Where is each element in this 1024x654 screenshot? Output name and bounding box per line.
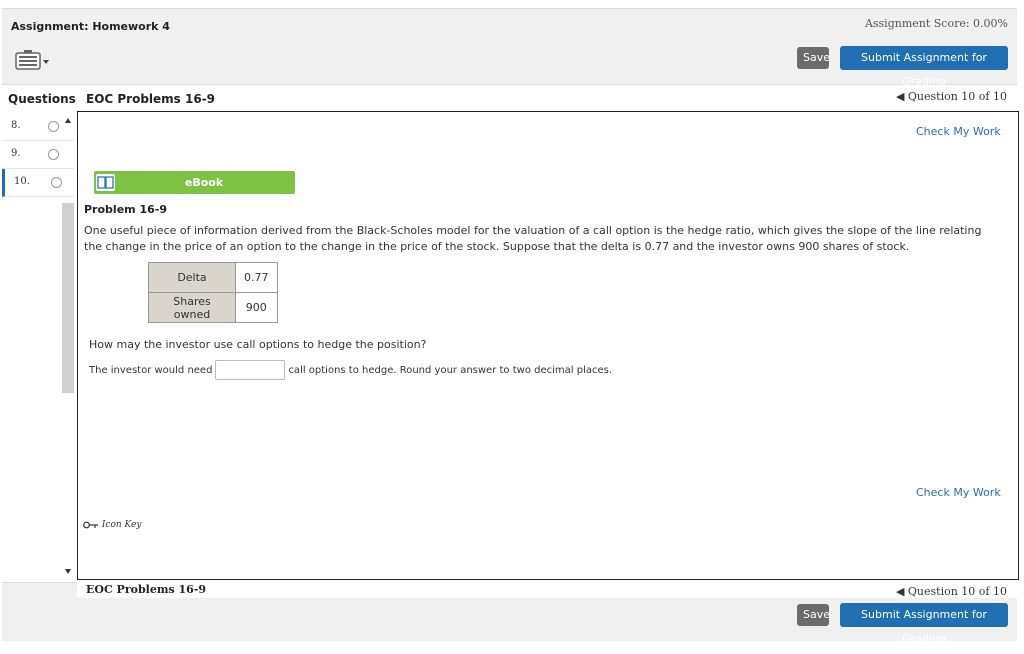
question-number: 9. [11, 148, 21, 159]
question-number: 8. [11, 120, 21, 131]
table-row: Shares owned 900 [148, 292, 278, 323]
questions-heading: Questions [8, 92, 76, 106]
answer-prefix: The investor would need [89, 365, 213, 376]
table-row: Delta 0.77 [148, 262, 278, 293]
question-prompt: How may the investor use call options to… [89, 338, 427, 351]
assignment-title: Assignment: Homework 4 [11, 20, 170, 33]
icon-key-label: Icon Key [101, 520, 142, 530]
check-my-work-link-top[interactable]: Check My Work [916, 125, 1001, 138]
status-circle-icon [48, 121, 59, 132]
footer-save-button[interactable]: Save [797, 604, 830, 626]
key-icon [83, 520, 102, 530]
save-button[interactable]: Save [797, 47, 830, 69]
keyboard-icon[interactable] [15, 50, 51, 72]
table-cell-label: Shares owned [148, 292, 236, 323]
question-number: 10. [14, 176, 30, 187]
problem-text: One useful piece of information derived … [84, 224, 982, 253]
assignment-score: Assignment Score: 0.00% [864, 17, 1008, 30]
footer-submit-assignment-button[interactable]: Submit Assignment for Grading [840, 603, 1008, 645]
table-cell-value: 0.77 [235, 262, 278, 293]
answer-input[interactable] [215, 360, 286, 380]
icon-key-link[interactable]: Icon Key [83, 520, 141, 530]
check-my-work-link-bottom[interactable]: Check My Work [916, 486, 1001, 499]
ebook-label: eBook [184, 176, 224, 189]
given-data-table: Delta 0.77 Shares owned 900 [148, 262, 278, 323]
table-cell-value: 900 [235, 292, 278, 323]
section-title: EOC Problems 16-9 [86, 92, 216, 106]
footer-title-strip [77, 582, 1017, 598]
footer-section-title: EOC Problems 16-9 [86, 583, 207, 596]
book-icon [96, 174, 115, 191]
table-cell-label: Delta [148, 262, 236, 293]
answer-suffix: call options to hedge. Round your answer… [288, 365, 613, 376]
sidebar-scrollbar[interactable] [61, 113, 75, 579]
question-nav[interactable]: ◀ Question 10 of 10 [896, 90, 1007, 103]
problem-title: Problem 16-9 [84, 203, 167, 216]
submit-assignment-button[interactable]: Submit Assignment for Grading [840, 46, 1008, 88]
status-circle-icon [48, 149, 59, 160]
footer-question-nav[interactable]: ◀ Question 10 of 10 [896, 585, 1007, 598]
answer-row: The investor would need call options to h… [89, 360, 612, 380]
